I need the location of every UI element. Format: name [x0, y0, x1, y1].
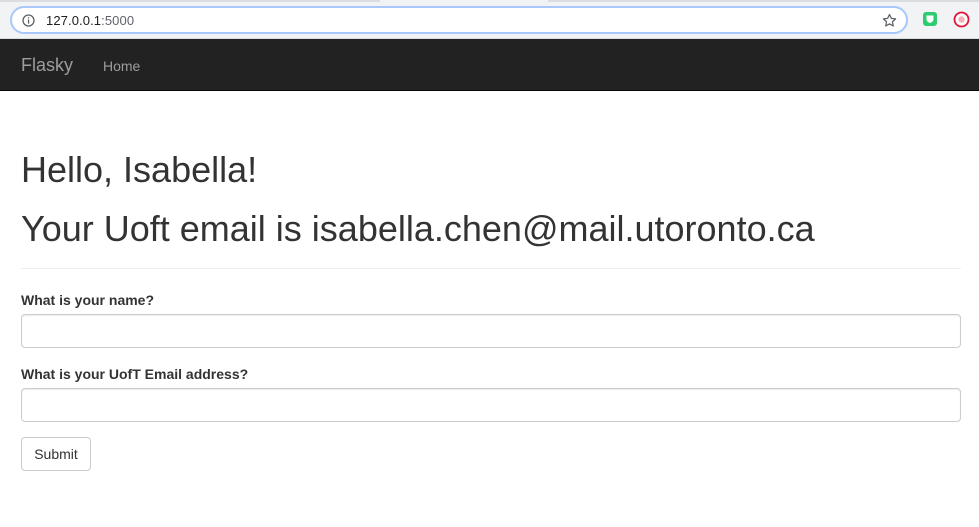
name-label: What is your name? [21, 292, 155, 308]
address-bar[interactable]: 127.0.0.1:5000 [10, 6, 908, 34]
navbar-brand[interactable]: Flasky [21, 55, 73, 76]
greeting-heading: Hello, Isabella! [21, 149, 258, 190]
nav-item-home[interactable]: Home [103, 58, 140, 74]
extension-circle-icon[interactable] [953, 11, 970, 28]
info-icon[interactable] [22, 14, 35, 27]
url-host: 127.0.0.1 [46, 13, 102, 28]
extension-shield-icon[interactable] [922, 11, 938, 27]
email-input[interactable] [21, 388, 961, 422]
submit-button[interactable]: Submit [21, 437, 91, 471]
page-header: Hello, Isabella! Your Uoft email is isab… [21, 150, 961, 249]
browser-toolbar: 127.0.0.1:5000 [0, 0, 979, 39]
navbar: Flasky Home [0, 39, 979, 91]
email-heading: Your Uoft email is isabella.chen@mail.ut… [21, 208, 815, 249]
url-text[interactable]: 127.0.0.1:5000 [46, 13, 134, 28]
url-port: :5000 [101, 13, 135, 28]
bookmark-star-icon[interactable] [881, 12, 898, 29]
tab-strip-edge [548, 0, 979, 2]
header-divider [21, 268, 961, 269]
name-input[interactable] [21, 314, 961, 348]
tab-strip-edge [0, 0, 380, 2]
email-label: What is your UofT Email address? [21, 366, 249, 382]
